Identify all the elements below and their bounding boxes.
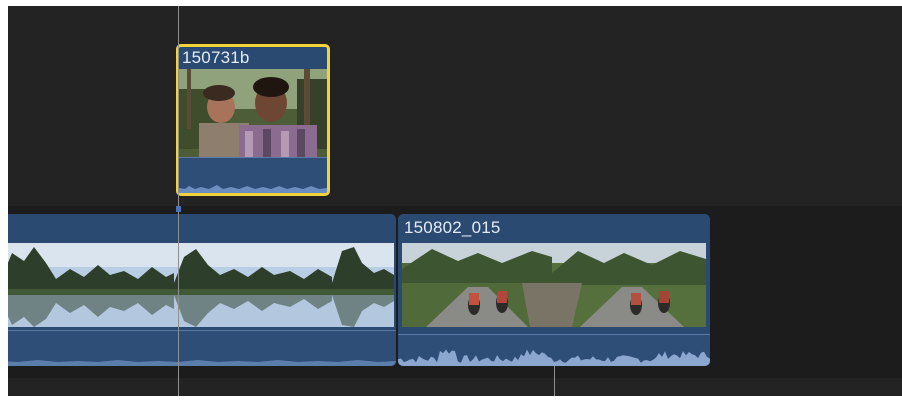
audio-waveform [398,334,710,366]
video-frame-thumbnail [552,243,706,327]
primary-clip-landscape[interactable] [8,214,396,366]
video-frame-thumbnail [332,243,394,327]
primary-clip-road[interactable]: 150802_015 [398,214,710,366]
video-frame-thumbnail [402,243,552,327]
connected-clips-lane [8,6,902,206]
audio-waveform [179,157,327,193]
timeline[interactable]: 150731b 150802_015 [8,6,902,396]
video-frame-thumbnail [174,243,332,327]
skimmer-line [554,366,555,396]
connected-clip[interactable]: 150731b [176,44,330,196]
video-frame-thumbnail [179,69,327,157]
clip-title: 150802_015 [404,218,501,237]
playhead-marker [176,206,181,212]
audio-waveform [8,330,396,366]
clip-title: 150731b [182,48,250,67]
clip-filmstrip [179,69,327,157]
playhead[interactable] [178,6,179,396]
clip-filmstrip [8,243,394,327]
video-frame-thumbnail [8,243,174,327]
clip-filmstrip [402,243,706,327]
